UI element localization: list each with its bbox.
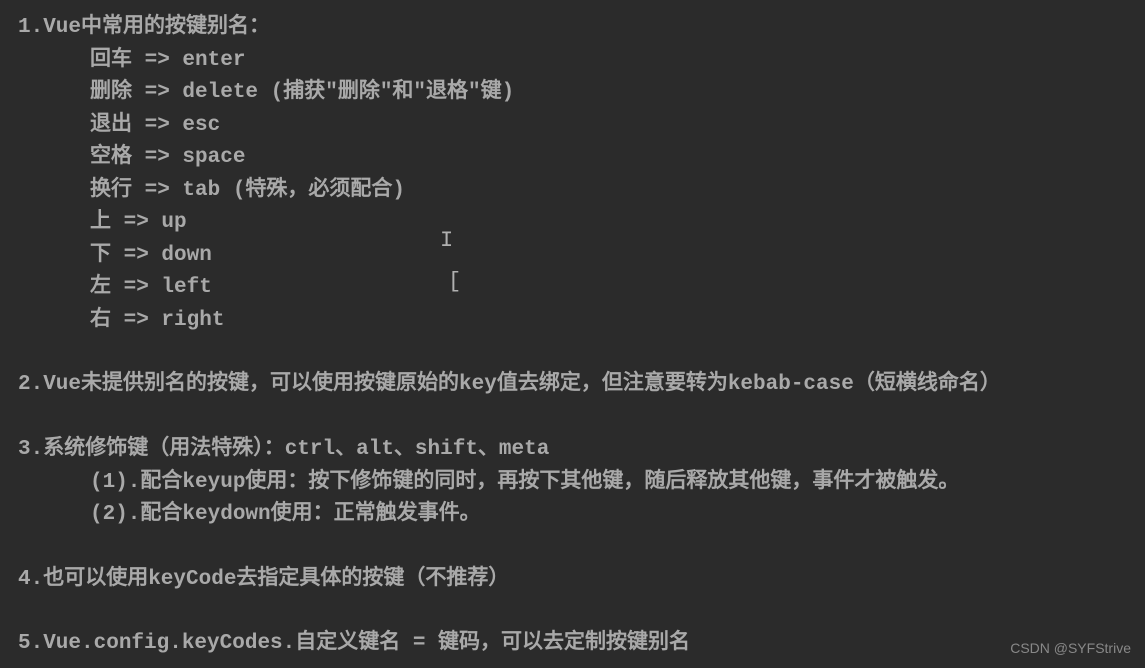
- key-alias-item: 回车 => enter: [18, 45, 1127, 78]
- key-alias-item: 换行 => tab (特殊，必须配合): [18, 175, 1127, 208]
- section-3-sub2: (2).配合keydown使用：正常触发事件。: [18, 499, 1127, 532]
- key-alias-item: 左 => left: [18, 272, 1127, 305]
- section-5-title: 5.Vue.config.keyCodes.自定义键名 = 键码，可以去定制按键…: [18, 628, 1127, 661]
- bracket-cursor-icon: [: [448, 265, 461, 299]
- key-alias-item: 退出 => esc: [18, 110, 1127, 143]
- key-alias-item: 上 => up: [18, 207, 1127, 240]
- text-cursor-icon: I: [440, 224, 453, 258]
- section-3-sub1: (1).配合keyup使用：按下修饰键的同时，再按下其他键，随后释放其他键，事件…: [18, 467, 1127, 500]
- section-3-title: 3.系统修饰键（用法特殊）：ctrl、alt、shift、meta: [18, 434, 1127, 467]
- section-2-title: 2.Vue未提供别名的按键，可以使用按键原始的key值去绑定，但注意要转为keb…: [18, 369, 1127, 402]
- section-4-title: 4.也可以使用keyCode去指定具体的按键（不推荐）: [18, 564, 1127, 597]
- section-1-title: 1.Vue中常用的按键别名：: [18, 12, 1127, 45]
- key-alias-item: 空格 => space: [18, 142, 1127, 175]
- watermark-text: CSDN @SYFStrive: [1010, 638, 1131, 660]
- key-alias-item: 下 => down: [18, 240, 1127, 273]
- key-alias-item: 右 => right: [18, 305, 1127, 338]
- key-alias-item: 删除 => delete (捕获"删除"和"退格"键): [18, 77, 1127, 110]
